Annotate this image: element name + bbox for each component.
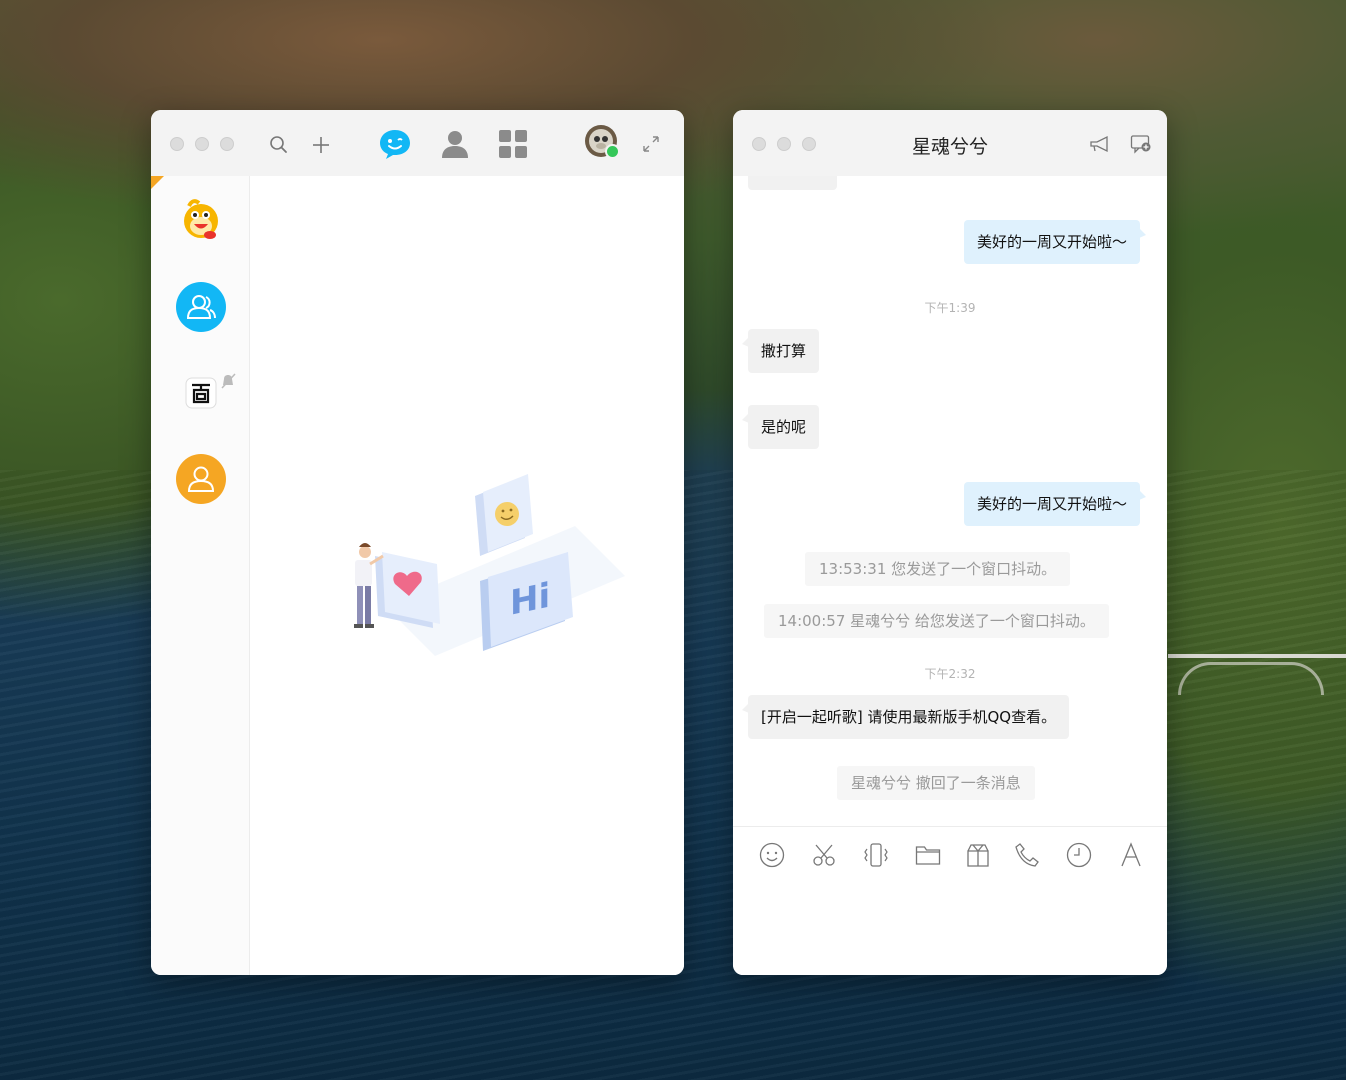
- font-icon[interactable]: [1117, 841, 1145, 869]
- baidu-app-avatar: [185, 377, 217, 409]
- emoji-icon[interactable]: [758, 841, 786, 869]
- contacts-icon[interactable]: [438, 127, 472, 161]
- shake-icon[interactable]: [862, 841, 890, 869]
- megaphone-icon[interactable]: [1088, 134, 1112, 154]
- chat-titlebar: 星魂兮兮: [733, 110, 1167, 176]
- wallpaper-bridge: [1168, 654, 1346, 695]
- message-input-area[interactable]: [733, 874, 1167, 975]
- message-bubble-out[interactable]: 美好的一周又开始啦～: [963, 482, 1147, 526]
- system-message: 星魂兮兮 撤回了一条消息: [837, 766, 1035, 800]
- group-avatar-blue: [186, 295, 216, 319]
- add-member-icon[interactable]: [1130, 133, 1152, 155]
- screenshot-scissors-icon[interactable]: [810, 841, 838, 869]
- message-bubble-in[interactable]: 是的呢: [741, 405, 820, 449]
- message-bubble-in[interactable]: 撒打算: [741, 329, 820, 373]
- gift-icon[interactable]: [964, 841, 992, 869]
- sidebar-item-group-blue[interactable]: [176, 282, 226, 332]
- system-message: 14:00:57 星魂兮兮 给您发送了一个窗口抖动。: [764, 604, 1109, 638]
- history-clock-icon[interactable]: [1065, 841, 1093, 869]
- chat-window: 星魂兮兮 美好的一周又开始啦～ 下午1:39 撒打算 是的呢 美好的一周又开始啦…: [733, 110, 1167, 975]
- search-icon[interactable]: [268, 134, 290, 156]
- plus-icon[interactable]: [310, 134, 332, 156]
- qq-main-window: Hi: [151, 110, 684, 975]
- timestamp: 下午2:32: [924, 667, 976, 681]
- sidebar-item-group-orange[interactable]: [176, 454, 226, 504]
- sidebar-item-qq-mascot[interactable]: [176, 194, 226, 244]
- chat-placeholder-illustration: Hi: [354, 474, 625, 656]
- unread-corner-marker: [151, 176, 164, 189]
- apps-grid-icon[interactable]: [497, 128, 529, 160]
- close-window-button[interactable]: [170, 137, 184, 151]
- message-bubble-in[interactable]: [开启一起听歌] 请使用最新版手机QQ查看。: [741, 695, 1070, 739]
- qq-mascot-avatar: [184, 199, 218, 239]
- folder-icon[interactable]: [914, 841, 942, 869]
- minimize-window-button[interactable]: [195, 137, 209, 151]
- empty-chat-pane: Hi: [250, 176, 684, 975]
- message-bubble-out[interactable]: 美好的一周又开始啦～: [963, 220, 1147, 264]
- group-avatar-orange: [187, 466, 215, 492]
- main-titlebar: [151, 110, 684, 176]
- zoom-window-button[interactable]: [220, 137, 234, 151]
- message-list[interactable]: 美好的一周又开始啦～ 下午1:39 撒打算 是的呢 美好的一周又开始啦～ 13:…: [733, 176, 1167, 828]
- message-bubble-partial: [748, 176, 837, 190]
- online-status-icon: [605, 144, 620, 159]
- qq-chat-icon[interactable]: [377, 127, 413, 161]
- phone-icon[interactable]: [1013, 841, 1041, 869]
- system-message: 13:53:31 您发送了一个窗口抖动。: [805, 552, 1071, 586]
- mute-bell-icon: [219, 372, 237, 390]
- expand-icon[interactable]: [641, 134, 661, 154]
- chat-input-toolbar: [733, 826, 1167, 874]
- timestamp: 下午1:39: [924, 301, 976, 315]
